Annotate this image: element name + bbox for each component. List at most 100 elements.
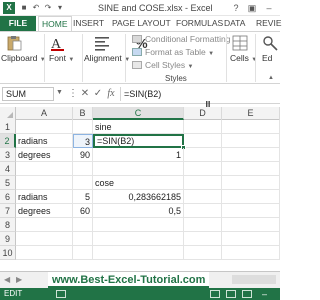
enter-icon[interactable]: ✓ bbox=[93, 88, 103, 100]
cell-d6[interactable] bbox=[184, 190, 222, 204]
cell-e3[interactable] bbox=[222, 148, 280, 162]
chevron-down-icon[interactable]: ▼ bbox=[56, 89, 63, 96]
cell-a2[interactable]: radians bbox=[16, 134, 73, 148]
cell-e7[interactable] bbox=[222, 204, 280, 218]
cell-e5[interactable] bbox=[222, 176, 280, 190]
cell-e1[interactable] bbox=[222, 120, 280, 134]
collapse-ribbon-icon[interactable]: ▲ bbox=[268, 75, 274, 81]
cell-c6[interactable]: 0,283662185 bbox=[93, 190, 184, 204]
sheet-next-icon[interactable]: ▶ bbox=[16, 275, 22, 284]
cell-d5[interactable] bbox=[184, 176, 222, 190]
group-divider bbox=[125, 34, 126, 82]
row-header[interactable]: 1 bbox=[0, 120, 16, 134]
page-layout-view-icon[interactable] bbox=[226, 290, 236, 298]
cell-c10[interactable] bbox=[93, 246, 184, 260]
cell-c4[interactable] bbox=[93, 162, 184, 176]
cell-a10[interactable] bbox=[16, 246, 73, 260]
cell-a9[interactable] bbox=[16, 232, 73, 246]
column-header-e[interactable]: E bbox=[222, 107, 280, 120]
cell-a1[interactable] bbox=[16, 120, 73, 134]
cell-e4[interactable] bbox=[222, 162, 280, 176]
cell-c5[interactable]: cose bbox=[93, 176, 184, 190]
row-header[interactable]: 7 bbox=[0, 204, 16, 218]
cell-e8[interactable] bbox=[222, 218, 280, 232]
sheet-prev-icon[interactable]: ◀ bbox=[4, 275, 10, 284]
help-button[interactable]: ? bbox=[230, 2, 242, 14]
cell-d10[interactable] bbox=[184, 246, 222, 260]
insert-function-icon[interactable]: fx bbox=[106, 88, 116, 100]
row-header[interactable]: 6 bbox=[0, 190, 16, 204]
column-header-b[interactable]: B bbox=[73, 107, 93, 120]
horizontal-scrollbar[interactable] bbox=[232, 275, 276, 284]
cell-e2[interactable] bbox=[222, 134, 280, 148]
conditional-formatting-button[interactable]: Conditional Formatting ▼ bbox=[132, 34, 239, 45]
minimize-icon[interactable]: – bbox=[263, 2, 275, 14]
select-all-button[interactable] bbox=[0, 107, 16, 120]
cell-d2[interactable] bbox=[184, 134, 222, 148]
row-header[interactable]: 2 bbox=[0, 134, 16, 148]
cell-styles-button[interactable]: Cell Styles ▼ bbox=[132, 60, 193, 71]
column-header-a[interactable]: A bbox=[16, 107, 73, 120]
cell-b8[interactable] bbox=[73, 218, 93, 232]
cell-b2[interactable]: 3 bbox=[73, 134, 93, 148]
row-header[interactable]: 4 bbox=[0, 162, 16, 176]
cell-d4[interactable] bbox=[184, 162, 222, 176]
cell-b9[interactable] bbox=[73, 232, 93, 246]
cell-b3[interactable]: 90 bbox=[73, 148, 93, 162]
cell-e10[interactable] bbox=[222, 246, 280, 260]
row-header[interactable]: 8 bbox=[0, 218, 16, 232]
row-header[interactable]: 3 bbox=[0, 148, 16, 162]
column-header-d[interactable]: D bbox=[184, 107, 222, 120]
tab-page-layout[interactable]: PAGE LAYOUT bbox=[112, 16, 171, 31]
page-break-view-icon[interactable] bbox=[242, 290, 252, 298]
customize-icon[interactable]: ▾ bbox=[55, 3, 65, 13]
cell-b6[interactable]: 5 bbox=[73, 190, 93, 204]
cell-b7[interactable]: 60 bbox=[73, 204, 93, 218]
cell-c8[interactable] bbox=[93, 218, 184, 232]
cancel-icon[interactable]: ✕ bbox=[80, 88, 90, 100]
tab-file[interactable]: FILE bbox=[0, 16, 36, 31]
save-icon[interactable]: ■ bbox=[19, 3, 29, 13]
redo-icon[interactable]: ↷ bbox=[43, 3, 53, 13]
chevron-down-icon: ▼ bbox=[68, 57, 75, 63]
cell-a3[interactable]: degrees bbox=[16, 148, 73, 162]
cell-c9[interactable] bbox=[93, 232, 184, 246]
cell-e9[interactable] bbox=[222, 232, 280, 246]
cell-a8[interactable] bbox=[16, 218, 73, 232]
tab-home[interactable]: HOME bbox=[38, 16, 72, 31]
macro-record-icon[interactable] bbox=[56, 290, 66, 298]
cell-a7[interactable]: degrees bbox=[16, 204, 73, 218]
cell-d1[interactable] bbox=[184, 120, 222, 134]
format-as-table-button[interactable]: Format as Table ▼ bbox=[132, 47, 214, 58]
cell-c7[interactable]: 0,5 bbox=[93, 204, 184, 218]
cell-b1[interactable] bbox=[73, 120, 93, 134]
formula-input[interactable] bbox=[120, 87, 278, 101]
cell-c2[interactable]: =SIN(B2) bbox=[93, 134, 184, 148]
column-header-c[interactable]: C bbox=[93, 107, 184, 120]
cell-c1[interactable]: sine bbox=[93, 120, 184, 134]
tab-insert[interactable]: INSERT bbox=[73, 16, 104, 31]
cell-b5[interactable] bbox=[73, 176, 93, 190]
ribbon-display-icon[interactable]: ▣ bbox=[246, 2, 258, 14]
row-header[interactable]: 9 bbox=[0, 232, 16, 246]
name-box[interactable]: SUM bbox=[2, 87, 54, 101]
cell-e6[interactable] bbox=[222, 190, 280, 204]
cell-b4[interactable] bbox=[73, 162, 93, 176]
tab-data[interactable]: DATA bbox=[224, 16, 245, 31]
undo-icon[interactable]: ↶ bbox=[31, 3, 41, 13]
zoom-out-icon[interactable]: – bbox=[262, 290, 274, 299]
cell-a6[interactable]: radians bbox=[16, 190, 73, 204]
cell-a4[interactable] bbox=[16, 162, 73, 176]
cell-c3[interactable]: 1 bbox=[93, 148, 184, 162]
tab-review[interactable]: REVIE bbox=[256, 16, 282, 31]
cell-d3[interactable] bbox=[184, 148, 222, 162]
row-header[interactable]: 10 bbox=[0, 246, 16, 260]
cell-d7[interactable] bbox=[184, 204, 222, 218]
tab-formulas[interactable]: FORMULAS bbox=[176, 16, 223, 31]
cell-a5[interactable] bbox=[16, 176, 73, 190]
row-header[interactable]: 5 bbox=[0, 176, 16, 190]
normal-view-icon[interactable] bbox=[210, 290, 220, 298]
cell-b10[interactable] bbox=[73, 246, 93, 260]
cell-d8[interactable] bbox=[184, 218, 222, 232]
cell-d9[interactable] bbox=[184, 232, 222, 246]
